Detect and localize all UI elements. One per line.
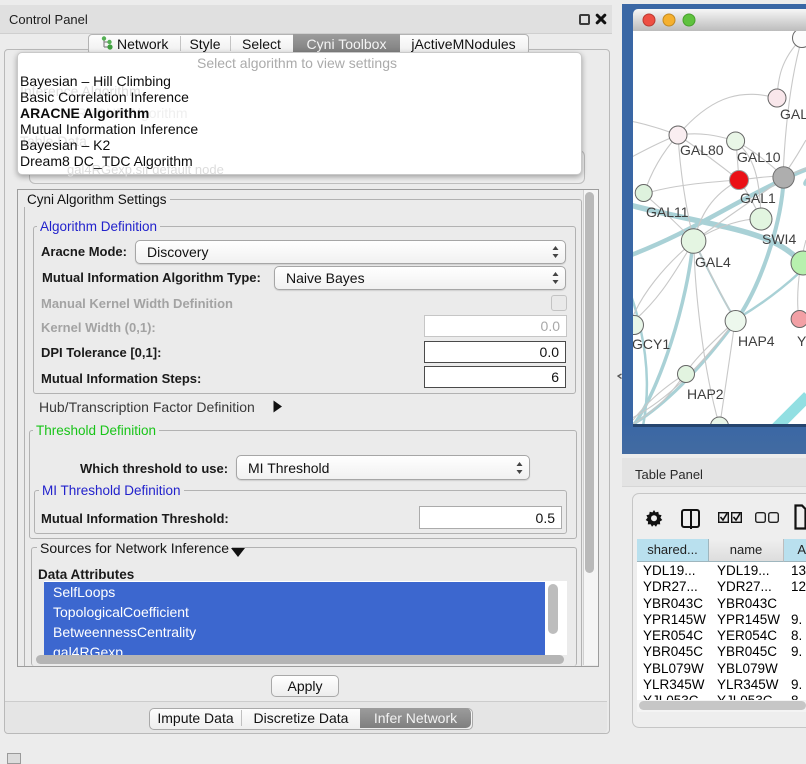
svg-text:HAP2: HAP2 xyxy=(687,386,724,402)
svg-text:GAL1: GAL1 xyxy=(740,190,776,206)
svg-text:GAL11: GAL11 xyxy=(646,204,689,220)
svg-text:Y: Y xyxy=(797,333,806,349)
svg-text:GAL7: GAL7 xyxy=(780,106,806,122)
svg-text:GAL80: GAL80 xyxy=(680,142,724,158)
svg-text:GCY1: GCY1 xyxy=(633,336,670,352)
svg-text:SWI4: SWI4 xyxy=(762,231,796,247)
svg-text:HAP4: HAP4 xyxy=(738,333,775,349)
svg-text:GAL4: GAL4 xyxy=(695,254,731,270)
svg-text:GAL10: GAL10 xyxy=(737,149,781,165)
